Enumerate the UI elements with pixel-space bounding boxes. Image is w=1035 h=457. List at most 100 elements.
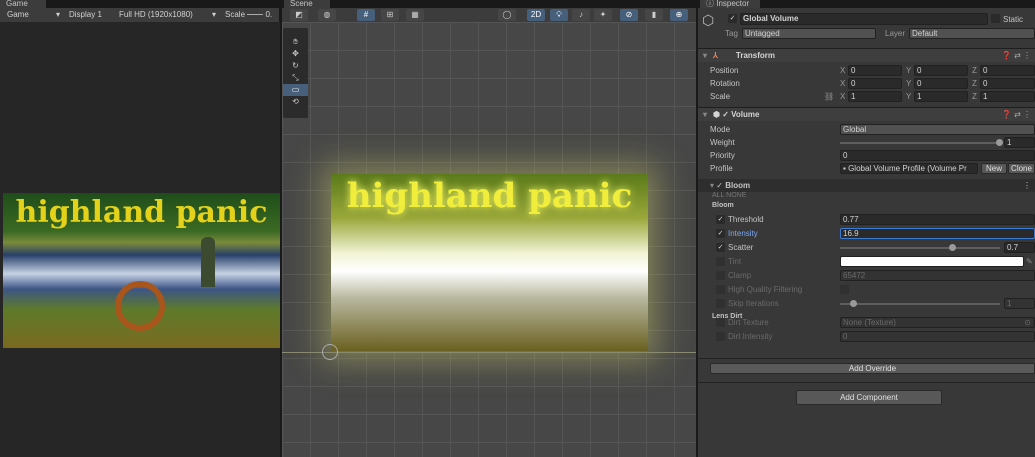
- transform-row: Rotation X 0 Y 0 Z 0: [698, 77, 1035, 90]
- transform-tool-icon[interactable]: ⟲: [283, 96, 308, 108]
- component-menu-icons[interactable]: ❓ ⇄ ⋮: [1002, 49, 1031, 62]
- y-input[interactable]: 0: [914, 78, 968, 89]
- resolution-dropdown[interactable]: Full HD (1920x1080) ▾: [116, 9, 218, 20]
- tint-color-field[interactable]: [840, 256, 1024, 267]
- override-checkbox[interactable]: ✓: [716, 243, 725, 252]
- all-link[interactable]: ALL: [712, 192, 724, 199]
- override-checkbox[interactable]: ✓: [716, 229, 725, 238]
- global-button[interactable]: ◍: [318, 9, 336, 21]
- axis-label: Z: [972, 79, 977, 88]
- chevron-down-icon: ▾: [55, 10, 60, 19]
- more-icon[interactable]: ⋮: [1023, 179, 1031, 192]
- x-input[interactable]: 1: [848, 91, 902, 102]
- weight-slider[interactable]: [840, 142, 1000, 144]
- add-component-button[interactable]: Add Component: [796, 390, 942, 405]
- scale-slider[interactable]: Scale 0.: [222, 9, 280, 20]
- audio-toggle-icon[interactable]: ♪: [572, 9, 590, 21]
- override-checkbox[interactable]: ✓: [716, 215, 725, 224]
- hidden-objects-icon[interactable]: ⊘: [620, 9, 638, 21]
- override-checkbox[interactable]: [716, 285, 725, 294]
- hand-tool-icon[interactable]: ✋︎: [283, 36, 308, 48]
- scale-tool-icon[interactable]: ⤡: [283, 72, 308, 84]
- game-mode-dropdown[interactable]: Game ▾: [4, 9, 62, 20]
- intensity-row: ✓ Intensity 16.9: [698, 227, 1035, 240]
- active-checkbox[interactable]: ✓: [728, 14, 737, 23]
- rect-tool-icon[interactable]: ▭: [283, 84, 308, 96]
- weight-input[interactable]: 1: [1004, 137, 1035, 148]
- eyedropper-icon[interactable]: ✎: [1026, 255, 1033, 268]
- grid-toggle-button[interactable]: ▦: [406, 9, 424, 21]
- mode-row: Mode Global: [698, 123, 1035, 136]
- none-link[interactable]: NONE: [726, 192, 746, 199]
- x-input[interactable]: 0: [848, 78, 902, 89]
- clamp-input[interactable]: 65472: [840, 270, 1035, 281]
- field-value: 1: [851, 92, 856, 101]
- pivot-handle[interactable]: [322, 344, 338, 360]
- display-dropdown[interactable]: Display 1: [66, 9, 112, 20]
- z-input[interactable]: 0: [980, 65, 1035, 76]
- increment-snap-button[interactable]: ⊞: [381, 9, 399, 21]
- z-input[interactable]: 0: [980, 78, 1035, 89]
- object-picker-icon[interactable]: ⊙: [1024, 318, 1031, 327]
- bloom-enabled-checkbox[interactable]: ✓: [716, 181, 723, 190]
- threshold-input[interactable]: 0.77: [840, 214, 1035, 225]
- override-checkbox[interactable]: [716, 271, 725, 280]
- tab-game[interactable]: Game: [0, 0, 46, 8]
- object-name-input[interactable]: Global Volume: [740, 13, 988, 25]
- field-value: 1: [917, 92, 922, 101]
- override-checkbox[interactable]: [716, 299, 725, 308]
- skip-slider[interactable]: [840, 303, 1000, 305]
- move-tool-icon[interactable]: ✥: [283, 48, 308, 60]
- volume-enabled-checkbox[interactable]: ✓: [722, 110, 729, 119]
- z-input[interactable]: 1: [980, 91, 1035, 102]
- mode-dropdown[interactable]: Global: [840, 124, 1035, 135]
- tab-label: Inspector: [716, 0, 750, 8]
- slider-knob[interactable]: [849, 300, 857, 307]
- x-input[interactable]: 0: [848, 65, 902, 76]
- component-menu-icons[interactable]: ❓ ⇄ ⋮: [1002, 108, 1031, 121]
- transform-header[interactable]: ▾ ⅄ Transform ❓ ⇄ ⋮: [698, 48, 1035, 62]
- rotate-tool-icon[interactable]: ↻: [283, 60, 308, 72]
- foldout-arrow-icon: ▾: [703, 51, 708, 60]
- tab-scene[interactable]: Scene: [284, 0, 330, 8]
- slider-knob[interactable]: [996, 139, 1003, 146]
- shading-mode-button[interactable]: ◯: [498, 9, 516, 21]
- camera-settings-icon[interactable]: ▮: [645, 9, 663, 21]
- skip-input[interactable]: 1: [1004, 298, 1035, 309]
- lighting-toggle-icon[interactable]: 💡︎: [550, 9, 568, 21]
- intensity-input[interactable]: 16.9: [840, 228, 1035, 239]
- effects-toggle-icon[interactable]: ✦: [594, 9, 612, 21]
- celtic-ring: [115, 281, 165, 331]
- gizmos-icon[interactable]: ⊕: [670, 9, 688, 21]
- grid-snap-button[interactable]: #: [357, 9, 375, 21]
- 2d-toggle-button[interactable]: 2D: [527, 9, 545, 21]
- layer-dropdown[interactable]: Default: [909, 28, 1035, 39]
- clone-profile-button[interactable]: Clone: [1008, 163, 1035, 174]
- dirt_int-input[interactable]: 0: [840, 331, 1035, 342]
- slider-knob[interactable]: [949, 244, 956, 251]
- bloom-header[interactable]: ▾ ✓ Bloom ⋮: [698, 179, 1035, 192]
- draw-mode-button[interactable]: ◩: [290, 9, 308, 21]
- hq-filtering-checkbox[interactable]: [840, 285, 849, 294]
- y-input[interactable]: 1: [914, 91, 968, 102]
- override-checkbox[interactable]: [716, 332, 725, 341]
- field-value: 0: [983, 66, 988, 75]
- dirt_tex-input[interactable]: None (Texture) ⊙: [840, 317, 1035, 328]
- priority-input[interactable]: 0: [840, 150, 1035, 161]
- constrain-proportions-icon[interactable]: ⛓︎: [824, 90, 834, 103]
- y-input[interactable]: 0: [914, 65, 968, 76]
- static-checkbox[interactable]: [991, 14, 1000, 23]
- static-label: Static: [1003, 15, 1024, 24]
- volume-header[interactable]: ▾ ⬢ ✓ Volume ❓ ⇄ ⋮: [698, 107, 1035, 121]
- add-override-button[interactable]: Add Override: [710, 363, 1035, 374]
- field-label: Skip Iterations: [728, 299, 779, 308]
- tab-inspector[interactable]: ⓘ Inspector: [700, 0, 760, 8]
- tab-label: Scene: [290, 0, 313, 8]
- tag-dropdown[interactable]: Untagged: [742, 28, 876, 39]
- override-checkbox[interactable]: [716, 257, 725, 266]
- profile-object-field[interactable]: ▪ Global Volume Profile (Volume Pr: [840, 163, 978, 174]
- new-profile-button[interactable]: New: [981, 163, 1007, 174]
- scatter-input[interactable]: 0.7: [1004, 242, 1035, 253]
- section-label: Lens Dirt: [712, 313, 743, 320]
- scatter-slider[interactable]: [840, 247, 1000, 249]
